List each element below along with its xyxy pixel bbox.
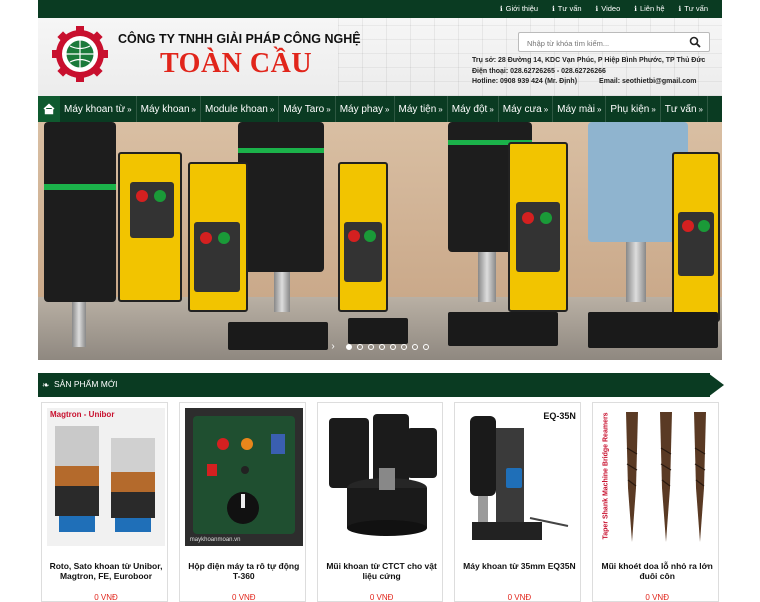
slider-dot[interactable] — [422, 343, 429, 350]
nav-item-phu-kien[interactable]: Phụ kiện» — [606, 96, 661, 122]
section-arrow — [708, 373, 724, 397]
double-chevron-icon: » — [543, 104, 549, 114]
home-icon — [43, 103, 55, 115]
slider-dot[interactable] — [411, 343, 418, 350]
product-image[interactable] — [47, 408, 165, 546]
top-link-video[interactable]: ℹ Video — [596, 4, 621, 13]
slider-dot[interactable] — [400, 343, 407, 350]
section-title: SẢN PHẨM MỚI — [54, 379, 118, 389]
contact-info: Trụ sở: 28 Đường 14, KDC Vạn Phúc, P Hiệ… — [472, 56, 705, 88]
product-image[interactable] — [598, 408, 717, 546]
top-link-advice[interactable]: ℹ Tư vấn — [552, 4, 581, 13]
info-icon: ℹ — [552, 5, 555, 13]
armature-image — [47, 408, 165, 546]
product-image-label: EQ-35N — [543, 411, 576, 421]
double-chevron-icon: » — [596, 104, 602, 114]
address-text: Trụ sở: 28 Đường 14, KDC Vạn Phúc, P Hiệ… — [472, 57, 706, 64]
product-name[interactable]: Mũi khoan từ CTCT cho vật liệu cứng — [322, 561, 442, 581]
product-image[interactable] — [322, 408, 441, 546]
product-price: 0 VNĐ — [94, 593, 118, 602]
product-list: Magtron - Unibor Roto, Sato khoan từ Uni… — [41, 402, 719, 602]
slider-dot[interactable] — [367, 343, 374, 350]
double-chevron-icon: » — [127, 104, 132, 114]
nav-item-may-dot[interactable]: Máy đột» — [448, 96, 499, 122]
info-icon: ℹ — [678, 5, 682, 13]
product-name[interactable]: Mũi khoét doa lỗ nhỏ ra lớn đuôi côn — [597, 561, 717, 581]
product-name[interactable]: Roto, Sato khoan từ Unibor, Magtron, FE,… — [46, 561, 166, 581]
nav-item-may-phay[interactable]: Máy phay» — [336, 96, 395, 122]
info-icon: ℹ — [499, 5, 503, 13]
double-chevron-icon: » — [489, 104, 494, 114]
slider-dot[interactable] — [345, 343, 352, 350]
info-icon: ℹ — [595, 5, 599, 13]
top-link-about[interactable]: ℹ Giới thiệu — [500, 4, 538, 13]
product-image[interactable] — [184, 408, 303, 546]
double-chevron-icon: » — [438, 104, 443, 114]
nav-item-may-khoan-tu[interactable]: Máy khoan từ» — [60, 96, 137, 122]
nav-item-may-taro[interactable]: Máy Taro» — [279, 96, 336, 122]
search-box — [518, 32, 710, 53]
search-input[interactable] — [519, 34, 679, 53]
product-card[interactable]: Taper Shank Machine Bridge Reamers Mũi k… — [592, 402, 719, 602]
slider-dot[interactable] — [378, 343, 385, 350]
product-price: 0 VNĐ — [507, 593, 532, 602]
product-image[interactable] — [460, 408, 579, 546]
slider-dots: › — [38, 341, 722, 352]
info-icon: ℹ — [634, 5, 637, 13]
home-button[interactable] — [38, 96, 60, 122]
nav-item-may-cua[interactable]: Máy cưa» — [499, 96, 554, 122]
product-card[interactable]: Mũi khoan từ CTCT cho vật liệu cứng 0 VN… — [316, 402, 444, 602]
nav-item-module-khoan[interactable]: Module khoan» — [201, 96, 280, 122]
double-chevron-icon: » — [191, 104, 196, 114]
product-image-label: Magtron - Unibor — [50, 410, 115, 419]
double-chevron-icon: » — [326, 104, 331, 114]
chevron-right-icon[interactable]: › — [331, 341, 334, 352]
top-bar: ℹ Giới thiệu ℹ Tư vấn ℹ Video ℹ Liên hệ ℹ Tư … — [38, 0, 722, 18]
product-card[interactable]: Magtron - Unibor Roto, Sato khoan từ Uni… — [41, 402, 168, 602]
nav-item-tu-van[interactable]: Tư vấn» — [661, 96, 708, 122]
slider-dot[interactable] — [356, 343, 363, 350]
product-price: 0 VNĐ — [645, 593, 669, 602]
core-drill-bits-image — [322, 408, 441, 546]
double-chevron-icon: » — [651, 104, 656, 114]
product-name[interactable]: Máy khoan từ 35mm EQ35N — [459, 561, 579, 571]
nav-item-may-mai[interactable]: Máy mài» — [553, 96, 607, 122]
section-new-products: ❧ SẢN PHẨM MỚI — [38, 373, 726, 397]
site-header: CÔNG TY TNHH GIẢI PHÁP CÔNG NGHỆ TOÀN CẦ… — [38, 18, 722, 96]
top-links: ℹ Giới thiệu ℹ Tư vấn ℹ Video ℹ Liên hệ ℹ Tư … — [500, 4, 708, 13]
section-bar — [38, 373, 710, 397]
hotline-text: Hotline: 0908 939 424 (Mr. Định) — [472, 78, 578, 85]
search-icon[interactable] — [689, 36, 701, 48]
brand-name: TOÀN CẦU — [160, 48, 313, 79]
phone-text: Điện thoại: 028.62726265 - 028.62726266 — [472, 67, 606, 75]
product-image-label: Taper Shank Machine Bridge Reamers — [602, 412, 610, 540]
main-nav: Máy khoan từ» Máy khoan» Module khoan» M… — [38, 96, 722, 122]
banner-drill-2 — [188, 122, 348, 360]
banner-drill-1 — [38, 122, 188, 360]
nav-item-may-khoan[interactable]: Máy khoan» — [137, 96, 201, 122]
product-price: 0 VNĐ — [369, 593, 394, 602]
reamer-image — [598, 408, 717, 546]
leaf-icon: ❧ — [42, 380, 50, 390]
company-name: CÔNG TY TNHH GIẢI PHÁP CÔNG NGHỆ — [118, 32, 361, 46]
banner-drill-4 — [408, 122, 578, 360]
product-name[interactable]: Hộp điện máy ta rô tự động T-360 — [184, 561, 304, 581]
control-box-image — [184, 408, 303, 546]
magnetic-drill-image — [460, 408, 579, 546]
product-image-label: maykhoanmoan.vn — [189, 537, 241, 543]
slider-dot[interactable] — [389, 343, 396, 350]
nav-item-may-tien[interactable]: Máy tiện» — [395, 96, 448, 122]
company-logo[interactable] — [52, 26, 108, 82]
top-link-contact[interactable]: ℹ Liên hệ — [634, 4, 664, 13]
banner-drill-5 — [568, 122, 722, 360]
email-text: Email: seothietbi@gmail.com — [599, 78, 697, 85]
product-card[interactable]: maykhoanmoan.vn Hộp điện máy ta rô tự độ… — [178, 402, 306, 602]
product-price: 0 VNĐ — [232, 593, 256, 602]
top-link-advice-2[interactable]: ℹ Tư vấn — [679, 4, 708, 13]
double-chevron-icon: » — [385, 104, 390, 114]
hero-banner[interactable]: › — [38, 122, 722, 360]
double-chevron-icon: » — [269, 104, 275, 114]
product-card[interactable]: EQ-35N Máy khoan từ 35mm EQ35N 0 VNĐ — [454, 402, 582, 602]
double-chevron-icon: » — [698, 104, 703, 114]
